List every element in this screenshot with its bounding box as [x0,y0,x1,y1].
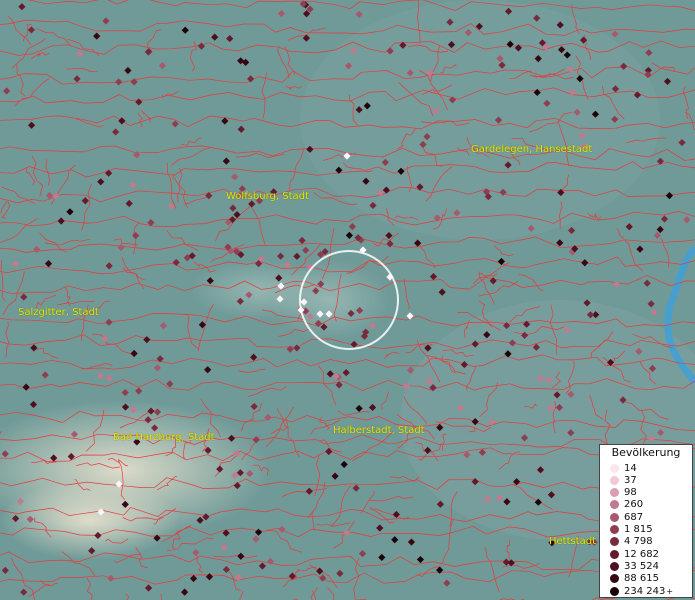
legend-item: 88 615 [610,573,659,585]
legend-label: 687 [624,511,644,523]
legend-swatch [610,512,619,522]
city-label-salzgitter: Salzgitter, Stadt [18,307,99,318]
legend-label: 37 [624,474,637,486]
legend-label: 4 798 [624,536,653,548]
legend-swatch [610,537,619,547]
legend-swatch [610,463,619,473]
legend-item: 33 524 [610,560,659,572]
legend-swatch [610,549,619,559]
legend-swatch [610,488,619,498]
legend-item: 234 243 + [610,585,673,597]
legend-plus: + [666,586,674,596]
legend-swatch [610,525,619,534]
legend-label: 1 815 [624,524,653,535]
legend-label: 260 [624,499,644,511]
legend-swatch [610,574,619,584]
legend-title: Bevölkerung [611,446,681,459]
map-canvas[interactable] [0,0,695,600]
legend-label: 33 524 [624,560,659,572]
legend-swatch [610,561,619,571]
city-label-hettstedt: Hettstadt [549,536,597,547]
legend-item: 4 798 [610,536,653,548]
legend-item: 14 [610,462,637,474]
legend-item: 1 815 [610,524,653,536]
city-label-gardelegen: Gardelegen, Hansestadt [471,144,593,155]
legend-item: 12 682 [610,548,659,560]
population-legend: Bevölkerung 14 37 98 260 687 1 815 4 798 12 682… [599,444,693,598]
legend-swatch [610,586,619,596]
city-label-bad-harzburg: Bad Harzburg, Stadt [113,432,215,443]
legend-label: 98 [624,487,637,499]
legend-swatch [610,500,619,510]
legend-item: 98 [610,487,637,499]
legend-item: 37 [610,474,637,486]
legend-swatch [610,475,619,485]
city-label-halberstadt: Halberstadt, Stadt [333,425,425,436]
legend-label: 88 615 [624,573,659,585]
legend-label: 12 682 [624,548,659,560]
legend-label: 14 [624,462,637,474]
city-label-wolfsburg: Wolfsburg, Stadt [226,191,309,202]
legend-label: 234 243 [624,585,666,597]
legend-item: 260 [610,499,643,511]
legend-item: 687 [610,511,643,523]
